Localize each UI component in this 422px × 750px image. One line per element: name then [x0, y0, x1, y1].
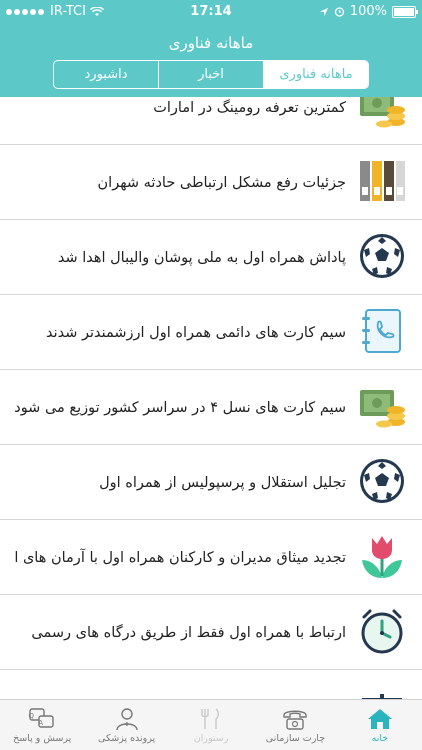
tab-home[interactable]: خانه — [338, 700, 422, 750]
news-list: کمترین تعرفه رومینگ در امارات جزئیات رفع… — [0, 97, 422, 700]
soccer-ball-icon — [360, 459, 404, 503]
segmented-control: داشبورد اخبار ماهانه فناوری — [53, 60, 369, 89]
tab-medical-record[interactable]: پرونده پزشکی — [84, 700, 168, 750]
segment-monthly-tech[interactable]: ماهانه فناوری — [263, 61, 368, 88]
tab-label: خانه — [371, 732, 389, 744]
list-item[interactable]: کمترین تعرفه رومینگ در امارات — [0, 97, 422, 145]
status-bar: IR-TCI 17:14 100% — [0, 0, 422, 22]
list-item-title: پاداش همراه اول به ملی پوشان والیبال اهد… — [57, 249, 346, 266]
alarm-icon — [334, 7, 344, 17]
location-icon — [319, 7, 328, 16]
svg-text:Q: Q — [29, 712, 35, 720]
doctor-icon — [115, 707, 138, 730]
restaurant-icon — [201, 707, 219, 729]
svg-text:A: A — [38, 719, 43, 727]
tab-label: پرونده پزشکی — [98, 732, 156, 744]
list-item-title: جزئیات رفع مشکل ارتباطی حادثه شهران — [97, 174, 346, 191]
money-coins-icon — [360, 97, 405, 128]
tab-bar: QA پرسش و پاسخ پرونده پزشکی رستوران چارت… — [0, 699, 422, 750]
list-item[interactable]: ارتباط با همراه اول فقط از طریق درگاه ها… — [0, 595, 422, 670]
alarm-clock-icon — [361, 609, 403, 654]
segment-news[interactable]: اخبار — [158, 61, 263, 88]
list-item-title: سیم کارت های نسل ۴ در سراسر کشور توزیع م… — [14, 399, 346, 416]
soccer-ball-icon — [360, 234, 404, 278]
chart-board-icon — [362, 694, 402, 700]
list-item-title: تجلیل استقلال و پرسپولیس از همراه اول — [99, 474, 346, 491]
segment-dashboard[interactable]: داشبورد — [54, 61, 158, 88]
header: IR-TCI 17:14 100% ماهانه فناوری داشبورد … — [0, 0, 422, 97]
tab-label: پرسش و پاسخ — [13, 732, 72, 744]
tab-org-chart[interactable]: چارت سازمانی — [253, 700, 337, 750]
tab-qa[interactable]: QA پرسش و پاسخ — [0, 700, 84, 750]
list-item-title: تجدید میثاق مدیران و کارکنان همراه اول ب… — [14, 549, 346, 566]
list-item-title: ارتباط با همراه اول فقط از طریق درگاه ها… — [31, 624, 346, 641]
page-title: ماهانه فناوری — [168, 34, 254, 52]
tab-label: رستوران — [193, 732, 229, 744]
qa-icon: QA — [29, 707, 54, 728]
tab-label: چارت سازمانی — [265, 732, 326, 744]
money-coins-icon — [360, 390, 405, 428]
battery-percent: 100% — [349, 4, 387, 19]
list-item[interactable]: تجدید میثاق مدیران و کارکنان همراه اول ب… — [0, 520, 422, 595]
list-item[interactable]: سیم کارت های دائمی همراه اول ارزشمندتر ش… — [0, 295, 422, 370]
list-item-title: کمترین تعرفه رومینگ در امارات — [153, 99, 346, 116]
list-item[interactable]: سیم کارت های نسل ۴ در سراسر کشور توزیع م… — [0, 370, 422, 445]
list-item[interactable]: جزئیات رفع مشکل ارتباطی حادثه شهران — [0, 145, 422, 220]
list-item[interactable]: تجلیل استقلال و پرسپولیس از همراه اول — [0, 445, 422, 520]
list-item-title: سیم کارت های دائمی همراه اول ارزشمندتر ش… — [45, 324, 346, 341]
phonebook-icon — [362, 309, 401, 353]
binders-icon — [360, 161, 405, 201]
telephone-icon — [283, 710, 308, 730]
home-icon — [367, 708, 392, 729]
tab-restaurant[interactable]: رستوران — [169, 700, 253, 750]
list-item[interactable]: پاداش همراه اول به ملی پوشان والیبال اهد… — [0, 220, 422, 295]
list-item-partial[interactable] — [0, 670, 422, 700]
battery-icon — [392, 5, 418, 18]
tulip-icon — [362, 536, 402, 578]
